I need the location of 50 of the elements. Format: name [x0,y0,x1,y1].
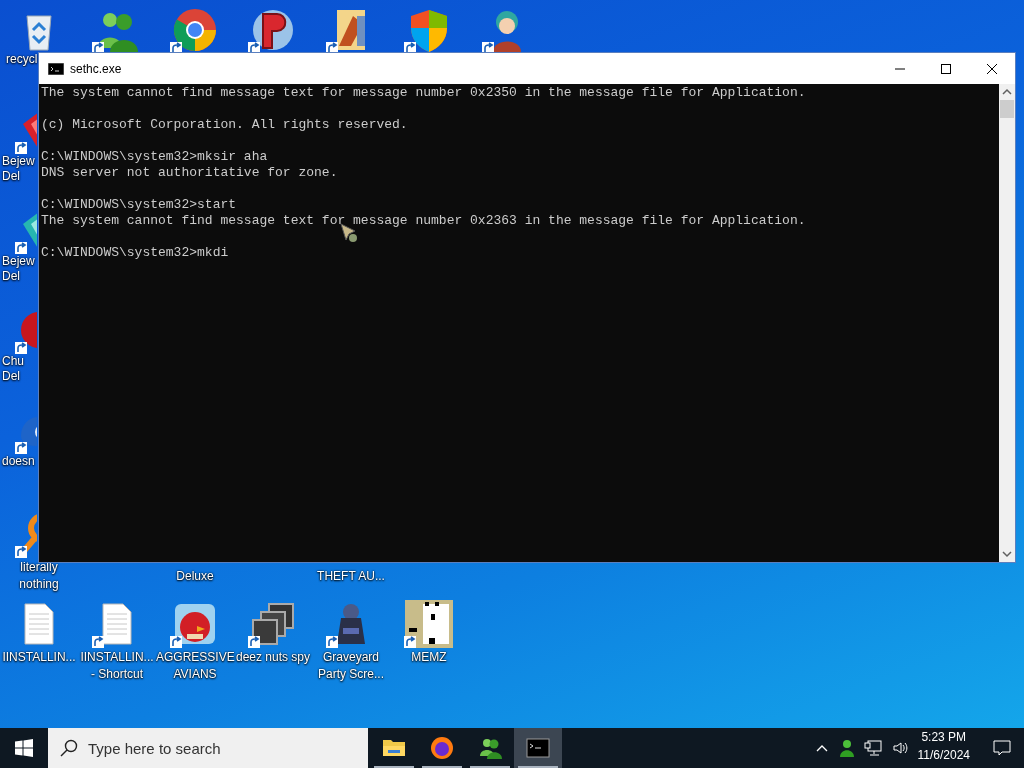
windows-stack-icon[interactable] [249,600,297,648]
console-line: C:\WINDOWS\system32>mksir aha [41,149,269,165]
icon-label: Del [2,369,20,384]
icon-label: Bejew [2,254,35,269]
console-line: DNS server not authoritative for zone. [41,165,339,181]
people-icon [478,736,502,760]
icon-label: AVIANS [172,667,218,682]
icon-label: recycl [6,52,38,67]
window-title: sethc.exe [70,60,122,78]
network-icon[interactable] [863,740,882,756]
windows-icon [15,739,33,757]
icon-label: Graveyard [322,650,380,665]
console-line: (c) Microsoft Corporation. All rights reserved. [41,117,409,133]
scrollbar-thumb[interactable] [1000,100,1014,118]
icon-label: Party Scre... [317,667,385,682]
icon-label: Del [2,269,20,284]
icon-label: IINSTALLIN... [79,650,155,665]
search-field[interactable]: Type here to search [48,728,368,768]
pixel-art-icon[interactable] [405,600,453,648]
icon-label: IINSTALLIN... [1,650,77,665]
icon-label: doesn [2,454,35,469]
console-line: C:\WINDOWS\system32>start [41,197,238,213]
volume-icon[interactable] [891,740,908,756]
icon-label: literally [19,560,59,575]
notification-icon [993,739,1011,757]
icon-label: nothing [18,577,60,592]
taskbar-app[interactable] [514,728,562,768]
clock-time[interactable]: 5:23 PM [917,728,970,746]
icon-label: deez nuts spy [235,650,311,665]
console-line: The system cannot find message text for message number 0x2350 in the message file for Application. [41,85,807,101]
people-icon[interactable] [837,739,854,757]
browser-icon [430,736,454,760]
maximize-icon [941,63,951,74]
console-line: The system cannot find message text for message number 0x2363 in the message file for Application. [41,213,807,229]
scrollbar[interactable] [999,84,1015,562]
icon-label: AGGRESSIVE [156,650,234,665]
console-line: C:\WINDOWS\system32>mkdi [41,245,230,261]
close-icon [987,63,997,74]
clock-date[interactable]: 11/6/2024 [917,746,970,764]
console-icon [48,62,64,75]
chevron-up-icon[interactable] [815,744,828,752]
icon-label: THEFT AU... [316,569,386,584]
icon-label: Bejew [2,154,35,169]
browser-icon[interactable] [171,6,219,52]
icon-label: Deluxe [175,569,215,584]
console-icon [526,736,550,760]
icon-label: MEMZ [410,650,448,665]
icon-label: Del [2,169,20,184]
icon-label: - Shortcut [90,667,144,682]
icon-label: Chu [2,354,24,369]
